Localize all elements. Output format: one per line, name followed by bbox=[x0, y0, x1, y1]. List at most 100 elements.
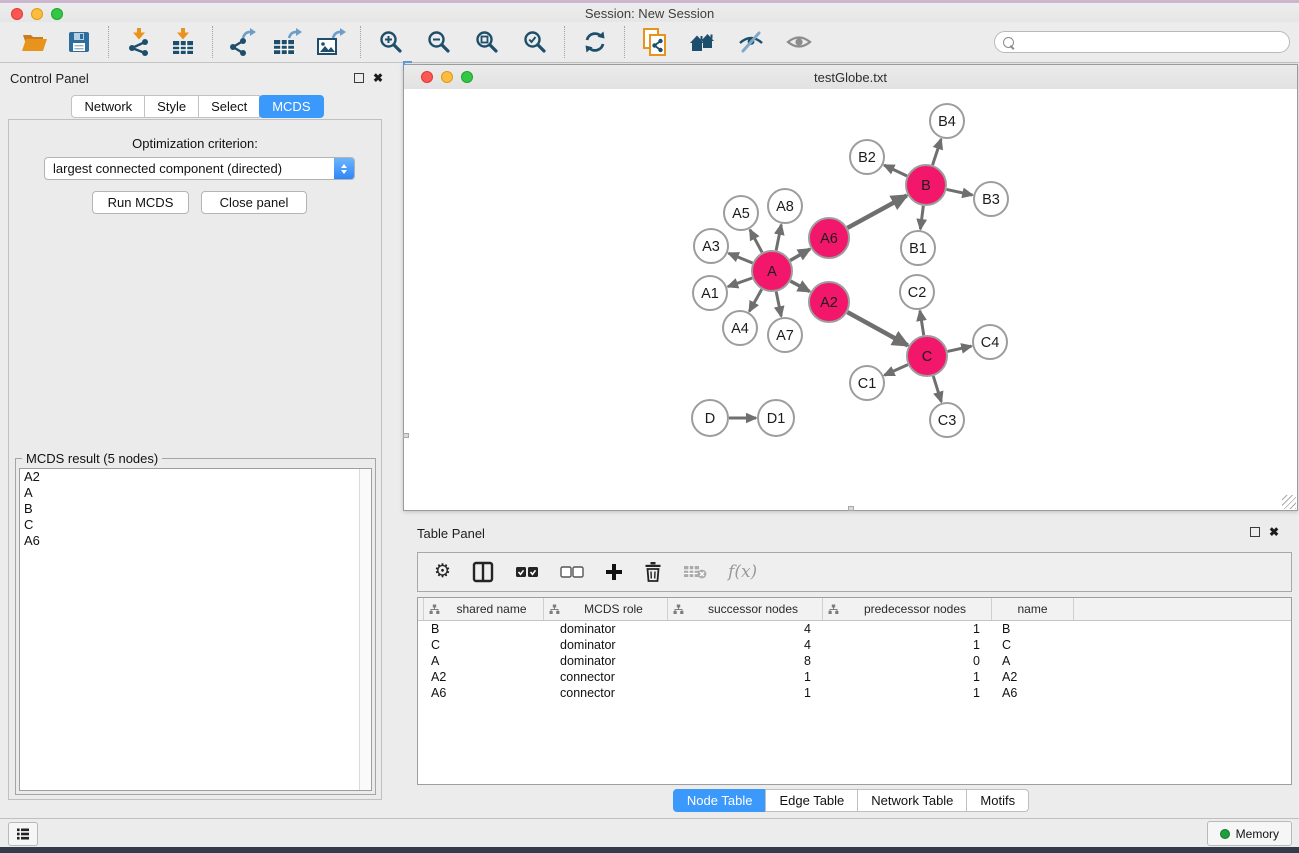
new-network-file-icon[interactable] bbox=[640, 27, 670, 57]
task-history-button[interactable] bbox=[8, 822, 38, 846]
import-network-file-icon[interactable] bbox=[124, 27, 154, 57]
select-all-columns-icon[interactable] bbox=[515, 559, 539, 585]
cell-predecessor-nodes: 1 bbox=[823, 638, 992, 652]
edge-A2-C[interactable] bbox=[847, 312, 907, 345]
edge-A6-B[interactable] bbox=[847, 196, 906, 228]
function-builder-icon[interactable]: f(x) bbox=[728, 559, 757, 585]
close-panel-button[interactable]: Close panel bbox=[201, 191, 307, 214]
float-panel-icon[interactable] bbox=[354, 73, 364, 83]
memory-button[interactable]: Memory bbox=[1207, 821, 1292, 846]
column-header-MCDS-role[interactable]: MCDS role bbox=[544, 598, 668, 620]
mcds-result-item[interactable]: A2 bbox=[20, 469, 371, 485]
apply-layout-icon[interactable] bbox=[580, 27, 610, 57]
eye-slash-icon[interactable] bbox=[736, 27, 766, 57]
import-table-file-icon[interactable] bbox=[168, 27, 198, 57]
list-scrollbar[interactable] bbox=[359, 469, 371, 790]
resize-grip-corner[interactable] bbox=[1282, 495, 1296, 509]
table-row[interactable]: Bdominator41B bbox=[418, 621, 1291, 637]
table-row[interactable]: Cdominator41C bbox=[418, 637, 1291, 653]
close-panel-icon[interactable]: ✖ bbox=[373, 73, 383, 83]
edge-A-A5[interactable] bbox=[750, 230, 762, 253]
tab-style[interactable]: Style bbox=[144, 95, 199, 118]
deselect-all-columns-icon[interactable] bbox=[560, 559, 584, 585]
network-graph[interactable]: AA6A2BCA5A8A3A1A4A7B2B4B3B1C2C4C1C3DD1 bbox=[404, 89, 1297, 510]
edge-A-A1[interactable] bbox=[728, 278, 752, 287]
node-label-A: A bbox=[767, 264, 777, 280]
node-label-B3: B3 bbox=[982, 192, 1000, 208]
tab-motifs[interactable]: Motifs bbox=[966, 789, 1029, 812]
edge-A-A8[interactable] bbox=[776, 225, 781, 251]
edge-A-A7[interactable] bbox=[776, 292, 781, 317]
table-row[interactable]: Adominator80A bbox=[418, 653, 1291, 669]
edge-C-C4[interactable] bbox=[947, 346, 971, 351]
float-panel-icon[interactable] bbox=[1250, 527, 1260, 537]
tab-edge-table[interactable]: Edge Table bbox=[765, 789, 858, 812]
zoom-selected-icon[interactable] bbox=[520, 27, 550, 57]
optimization-dropdown[interactable]: largest connected component (directed) bbox=[44, 157, 355, 180]
column-header-name[interactable]: name bbox=[992, 598, 1074, 620]
edge-B-B3[interactable] bbox=[947, 189, 973, 195]
edge-B-B4[interactable] bbox=[933, 139, 942, 165]
column-type-icon bbox=[828, 604, 839, 615]
search-field[interactable] bbox=[994, 31, 1290, 53]
tab-network[interactable]: Network bbox=[71, 95, 145, 118]
table-row[interactable]: A2connector11A2 bbox=[418, 669, 1291, 685]
toolbar-separator bbox=[108, 26, 110, 58]
zoom-in-icon[interactable] bbox=[376, 27, 406, 57]
column-header-shared-name[interactable]: shared name bbox=[424, 598, 544, 620]
close-panel-icon[interactable]: ✖ bbox=[1269, 527, 1279, 537]
run-mcds-button[interactable]: Run MCDS bbox=[92, 191, 189, 214]
resize-grip-left[interactable] bbox=[403, 433, 409, 438]
node-label-D: D bbox=[705, 411, 715, 427]
network-canvas[interactable]: AA6A2BCA5A8A3A1A4A7B2B4B3B1C2C4C1C3DD1 bbox=[404, 89, 1297, 510]
zoom-out-icon[interactable] bbox=[424, 27, 454, 57]
export-image-icon[interactable] bbox=[316, 27, 346, 57]
mcds-result-list[interactable]: A2ABCA6 bbox=[19, 468, 372, 791]
resize-grip-bottom[interactable] bbox=[848, 506, 854, 511]
zoom-fit-icon[interactable] bbox=[472, 27, 502, 57]
export-network-icon[interactable] bbox=[228, 27, 258, 57]
column-header-label: predecessor nodes bbox=[839, 602, 991, 616]
node-label-B4: B4 bbox=[938, 114, 956, 130]
table-row[interactable]: A6connector11A6 bbox=[418, 685, 1291, 701]
edge-B-B1[interactable] bbox=[920, 206, 923, 229]
network-window-titlebar[interactable]: testGlobe.txt bbox=[404, 65, 1297, 90]
edge-A-A6[interactable] bbox=[790, 249, 810, 260]
delete-columns-icon[interactable] bbox=[644, 559, 662, 585]
create-column-icon[interactable] bbox=[605, 559, 623, 585]
column-header-successor-nodes[interactable]: successor nodes bbox=[668, 598, 823, 620]
tab-select[interactable]: Select bbox=[198, 95, 260, 118]
edge-A-A3[interactable] bbox=[729, 253, 753, 263]
edge-C-C2[interactable] bbox=[920, 311, 924, 335]
node-table[interactable]: shared nameMCDS role successor nodes prede… bbox=[417, 597, 1292, 785]
column-header-label: successor nodes bbox=[684, 602, 822, 616]
edge-C-C1[interactable] bbox=[884, 365, 908, 376]
table-mode-gear-icon[interactable]: ⚙ bbox=[434, 559, 451, 585]
mcds-result-item[interactable]: B bbox=[20, 501, 371, 517]
show-columns-icon[interactable] bbox=[472, 559, 494, 585]
export-table-icon[interactable] bbox=[272, 27, 302, 57]
tab-node-table[interactable]: Node Table bbox=[673, 789, 767, 812]
open-file-icon[interactable] bbox=[20, 27, 50, 57]
column-header-predecessor-nodes[interactable]: predecessor nodes bbox=[823, 598, 992, 620]
mcds-result-item[interactable]: A6 bbox=[20, 533, 371, 549]
node-label-A8: A8 bbox=[776, 199, 794, 215]
mcds-result-item[interactable]: A bbox=[20, 485, 371, 501]
edge-B-B2[interactable] bbox=[884, 165, 907, 176]
column-type-icon bbox=[549, 604, 560, 615]
network-view-window[interactable]: testGlobe.txt AA6A2BCA5A8A3A1A4A7B2B4B3B… bbox=[403, 64, 1298, 511]
edge-A-A4[interactable] bbox=[749, 289, 761, 311]
delete-table-icon[interactable] bbox=[683, 559, 707, 585]
tab-mcds[interactable]: MCDS bbox=[259, 95, 323, 118]
eye-icon[interactable] bbox=[784, 27, 814, 57]
houses-icon[interactable] bbox=[688, 27, 718, 57]
mcds-result-item[interactable]: C bbox=[20, 517, 371, 533]
edge-C-C3[interactable] bbox=[933, 376, 941, 402]
tab-network-table[interactable]: Network Table bbox=[857, 789, 967, 812]
toolbar-separator bbox=[564, 26, 566, 58]
edge-A-A2[interactable] bbox=[790, 281, 809, 291]
search-input[interactable] bbox=[1019, 33, 1289, 51]
save-session-icon[interactable] bbox=[64, 27, 94, 57]
optimization-label: Optimization criterion: bbox=[9, 136, 381, 151]
column-type-icon bbox=[429, 604, 440, 615]
